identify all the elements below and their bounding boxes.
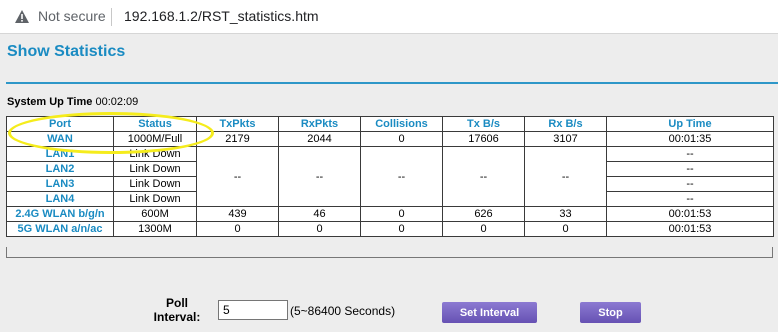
uptime-label: System Up Time: [7, 96, 93, 108]
column-header-collisions: Collisions: [360, 116, 443, 132]
column-header-rxpkts: RxPkts: [278, 116, 361, 132]
uptime: 00:01:53: [606, 206, 774, 222]
lan-rx-packets: --: [278, 146, 361, 207]
stop-button[interactable]: Stop: [580, 302, 641, 323]
column-header-tx-bps: Tx B/s: [442, 116, 525, 132]
port-status: 600M: [113, 206, 197, 222]
url-text[interactable]: 192.168.1.2/RST_statistics.htm: [124, 8, 319, 24]
uptime: 00:01:53: [606, 221, 774, 237]
address-bar[interactable]: Not secure 192.168.1.2/RST_statistics.ht…: [0, 0, 778, 34]
port-name: LAN1: [6, 146, 114, 162]
lan-rx-bps: --: [524, 146, 607, 207]
rx-packets: 0: [278, 221, 361, 237]
port-status: 1000M/Full: [113, 131, 197, 147]
port-status: Link Down: [113, 191, 197, 207]
poll-interval-input[interactable]: [218, 300, 288, 320]
poll-interval-hint: (5~86400 Seconds): [290, 304, 396, 318]
warning-triangle-icon: [15, 10, 29, 23]
table-row-wlan-5g: 5G WLAN a/n/ac 1300M 0 0 0 0 0 00:01:53: [6, 221, 774, 237]
tx-bps: 0: [442, 221, 525, 237]
tx-bps: 17606: [442, 131, 525, 147]
table-bottom-frame: [6, 247, 773, 258]
poll-interval-label: Poll Interval:: [153, 296, 201, 324]
table-header-row: Port Status TxPkts RxPkts Collisions Tx …: [6, 116, 774, 132]
table-row-wlan-24g: 2.4G WLAN b/g/n 600M 439 46 0 626 33 00:…: [6, 206, 774, 222]
port-status: 1300M: [113, 221, 197, 237]
rx-bps: 0: [524, 221, 607, 237]
statistics-table: Port Status TxPkts RxPkts Collisions Tx …: [6, 116, 774, 237]
tx-packets: 2179: [196, 131, 279, 147]
port-name: LAN3: [6, 176, 114, 192]
rx-bps: 3107: [524, 131, 607, 147]
address-divider: [111, 8, 112, 26]
port-name: LAN4: [6, 191, 114, 207]
uptime-value: 00:02:09: [95, 96, 139, 108]
column-header-uptime: Up Time: [606, 116, 774, 132]
statistics-page: Show Statistics System Up Time 00:02:09 …: [0, 34, 778, 332]
tx-bps: 626: [442, 206, 525, 222]
rx-packets: 46: [278, 206, 361, 222]
table-row-lan1: LAN1 Link Down -- -- -- -- -- --: [6, 146, 774, 207]
table-row-wan: WAN 1000M/Full 2179 2044 0 17606 3107 00…: [6, 131, 774, 147]
column-header-rx-bps: Rx B/s: [524, 116, 607, 132]
lan-tx-packets: --: [196, 146, 279, 207]
lan-tx-bps: --: [442, 146, 525, 207]
port-name: 2.4G WLAN b/g/n: [6, 206, 114, 222]
collisions: 0: [360, 221, 443, 237]
tx-packets: 439: [196, 206, 279, 222]
port-name: LAN2: [6, 161, 114, 177]
set-interval-button[interactable]: Set Interval: [442, 302, 537, 323]
uptime: --: [606, 176, 774, 192]
uptime: --: [606, 146, 774, 162]
uptime: 00:01:35: [606, 131, 774, 147]
system-uptime: System Up Time 00:02:09: [7, 96, 138, 108]
uptime: --: [606, 191, 774, 207]
port-name: 5G WLAN a/n/ac: [6, 221, 114, 237]
collisions: 0: [360, 206, 443, 222]
port-name: WAN: [6, 131, 114, 147]
uptime: --: [606, 161, 774, 177]
collisions: 0: [360, 131, 443, 147]
port-status: Link Down: [113, 176, 197, 192]
title-divider: [6, 82, 778, 84]
column-header-txpkts: TxPkts: [196, 116, 279, 132]
rx-packets: 2044: [278, 131, 361, 147]
column-header-status: Status: [113, 116, 197, 132]
rx-bps: 33: [524, 206, 607, 222]
port-status: Link Down: [113, 161, 197, 177]
column-header-port: Port: [6, 116, 114, 132]
port-status: Link Down: [113, 146, 197, 162]
lan-collisions: --: [360, 146, 443, 207]
security-label[interactable]: Not secure: [38, 8, 106, 24]
tx-packets: 0: [196, 221, 279, 237]
page-title: Show Statistics: [7, 43, 126, 60]
